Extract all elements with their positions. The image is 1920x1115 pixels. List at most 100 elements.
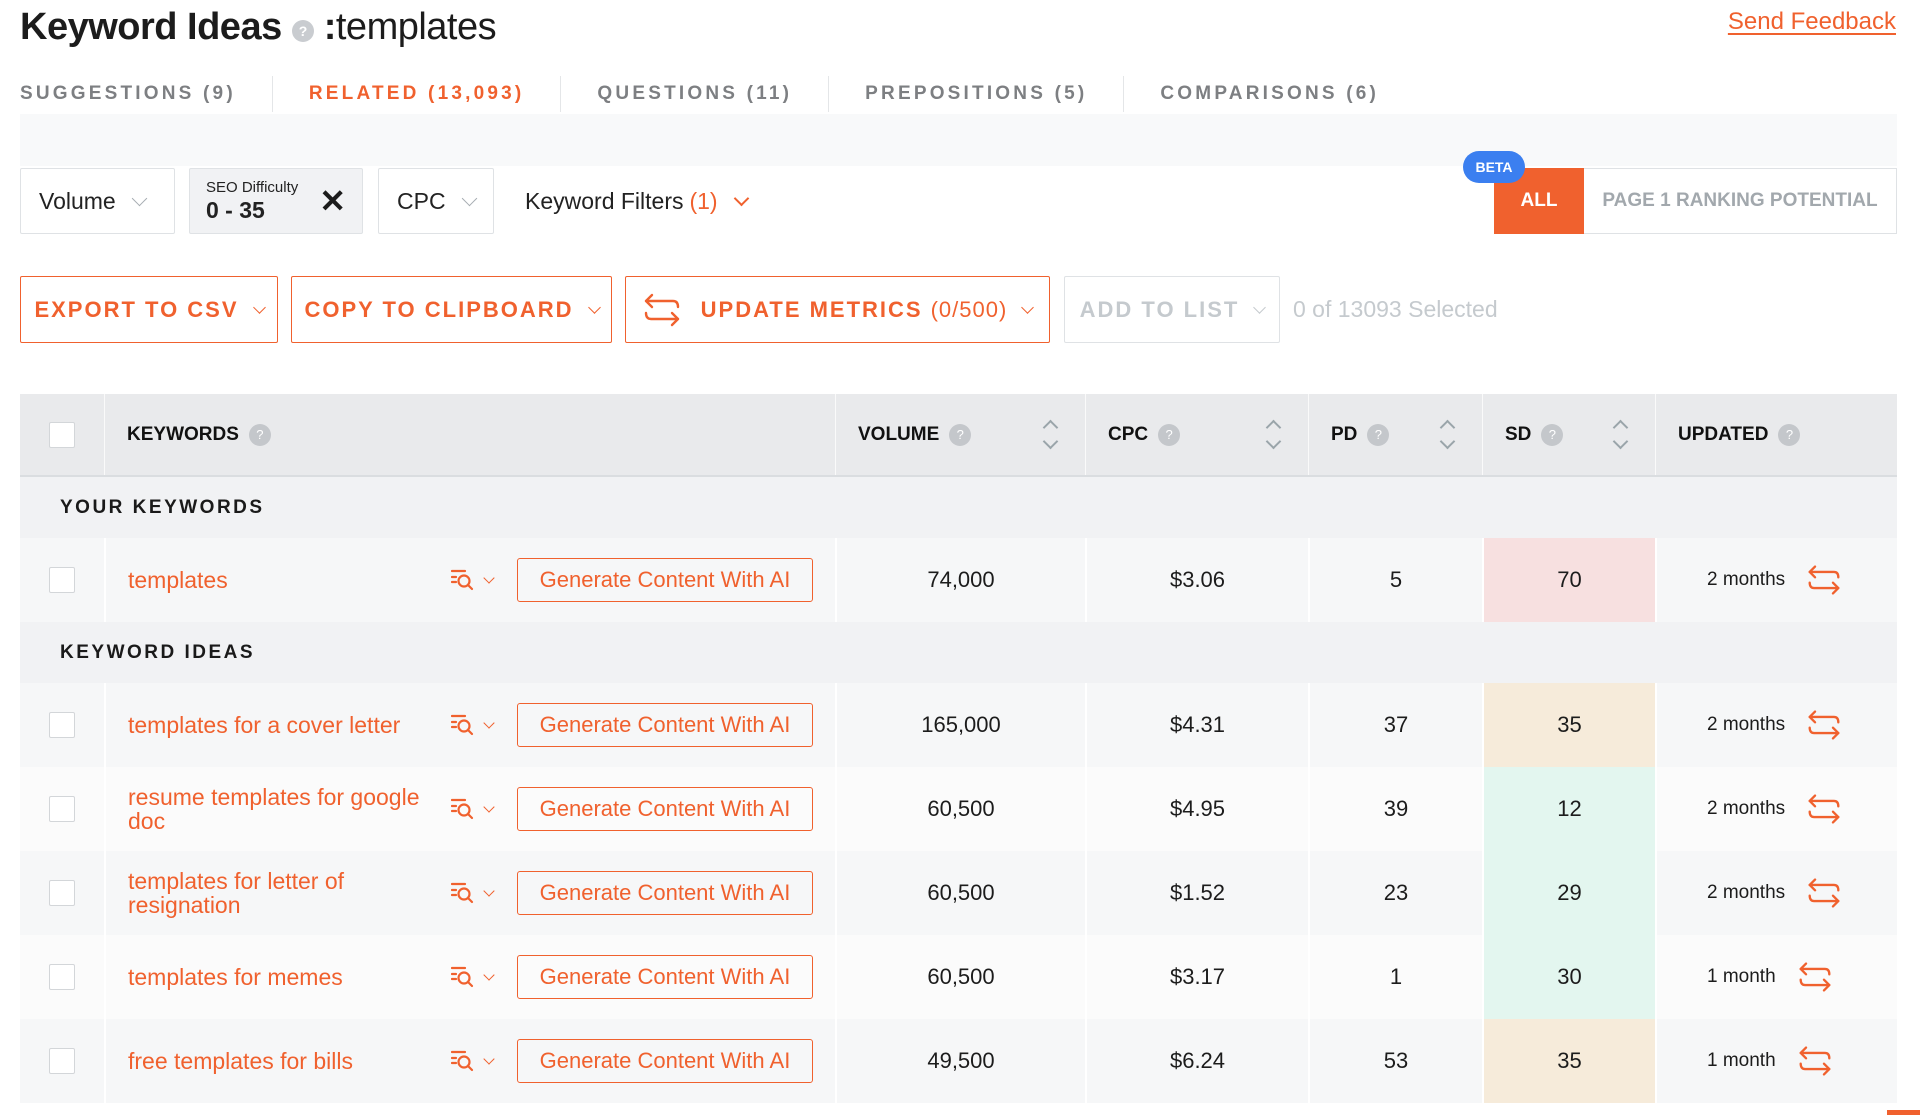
column-volume[interactable]: VOLUME ? bbox=[835, 394, 1085, 475]
keyword-filters-dropdown[interactable]: Keyword Filters (1) bbox=[525, 168, 749, 234]
updated-text: 1 month bbox=[1707, 1050, 1776, 1071]
chevron-down-icon bbox=[131, 190, 147, 206]
sort-arrows-icon[interactable] bbox=[1266, 418, 1280, 454]
tab-questions[interactable]: QUESTIONS (11) bbox=[560, 76, 828, 112]
keyword-link[interactable]: templates for a cover letter bbox=[128, 713, 428, 737]
generate-content-ai-button[interactable]: Generate Content With AI bbox=[517, 1039, 813, 1083]
keyword-filters-count: (1) bbox=[689, 187, 718, 214]
help-icon[interactable]: ? bbox=[1367, 423, 1390, 446]
sd-cell: 70 bbox=[1482, 538, 1655, 622]
sort-arrows-icon[interactable] bbox=[1440, 418, 1454, 454]
serp-analysis-dropdown[interactable] bbox=[451, 1049, 495, 1073]
refresh-arrows-icon[interactable] bbox=[1807, 792, 1841, 826]
row-checkbox[interactable] bbox=[49, 880, 75, 906]
sd-cell: 29 bbox=[1482, 851, 1655, 935]
selection-status: 0 of 13093 Selected bbox=[1293, 296, 1498, 322]
generate-content-ai-button[interactable]: Generate Content With AI bbox=[517, 558, 813, 602]
help-icon[interactable]: ? bbox=[291, 19, 314, 42]
refresh-arrows-icon[interactable] bbox=[1807, 876, 1841, 910]
seo-difficulty-label: SEO Difficulty bbox=[206, 179, 299, 196]
serp-analysis-dropdown[interactable] bbox=[451, 713, 495, 737]
row-checkbox[interactable] bbox=[49, 1048, 75, 1074]
copy-clipboard-label: COPY TO CLIPBOARD bbox=[304, 296, 574, 322]
row-checkbox[interactable] bbox=[49, 567, 75, 593]
tab-prepositions[interactable]: PREPOSITIONS (5) bbox=[828, 76, 1123, 112]
scroll-to-top-tab[interactable] bbox=[1887, 1110, 1920, 1115]
help-icon[interactable]: ? bbox=[1778, 423, 1801, 446]
close-icon[interactable]: ✕ bbox=[319, 185, 346, 217]
keyword-link[interactable]: resume templates for google doc bbox=[128, 785, 428, 833]
refresh-arrows-icon[interactable] bbox=[1807, 708, 1841, 742]
column-sd-label: SD bbox=[1505, 423, 1532, 445]
send-feedback-link[interactable]: Send Feedback bbox=[1728, 8, 1896, 36]
copy-clipboard-button[interactable]: COPY TO CLIPBOARD bbox=[291, 276, 612, 343]
cpc-cell: $4.31 bbox=[1085, 683, 1308, 767]
cpc-cell: $6.24 bbox=[1085, 1019, 1308, 1103]
column-sd[interactable]: SD ? bbox=[1482, 394, 1655, 475]
row-checkbox[interactable] bbox=[49, 712, 75, 738]
updated-cell: 2 months bbox=[1655, 683, 1897, 767]
table-row: templates for a cover letter Generate Co… bbox=[20, 683, 1897, 767]
tab-related[interactable]: RELATED (13,093) bbox=[271, 76, 561, 112]
tabs-divider-band bbox=[20, 114, 1897, 166]
keyword-cell: templates for letter of resignation Gene… bbox=[104, 851, 835, 935]
keyword-link[interactable]: templates bbox=[128, 568, 428, 592]
generate-content-ai-button[interactable]: Generate Content With AI bbox=[517, 787, 813, 831]
tab-suggestions[interactable]: SUGGESTIONS (9) bbox=[20, 76, 272, 112]
export-csv-button[interactable]: EXPORT TO CSV bbox=[20, 276, 278, 343]
keyword-cell: free templates for bills Generate Conten… bbox=[104, 1019, 835, 1103]
sort-arrows-icon[interactable] bbox=[1043, 418, 1057, 454]
help-icon[interactable]: ? bbox=[248, 423, 271, 446]
chevron-down-icon bbox=[483, 969, 495, 981]
segment-page1-ranking-button[interactable]: PAGE 1 RANKING POTENTIAL bbox=[1584, 168, 1897, 234]
add-to-list-button[interactable]: ADD TO LIST bbox=[1064, 276, 1280, 343]
update-metrics-button[interactable]: UPDATE METRICS (0/500) bbox=[625, 276, 1050, 343]
chevron-down-icon bbox=[483, 717, 495, 729]
select-all-checkbox[interactable] bbox=[49, 421, 75, 448]
generate-content-ai-button[interactable]: Generate Content With AI bbox=[517, 871, 813, 915]
refresh-arrows-icon[interactable] bbox=[1807, 563, 1841, 597]
serp-search-icon bbox=[451, 882, 474, 904]
help-icon[interactable]: ? bbox=[1541, 423, 1564, 446]
keywords-table: KEYWORDS ? VOLUME ? CPC ? PD ? SD ? UPDA… bbox=[20, 394, 1897, 1103]
refresh-arrows-icon[interactable] bbox=[1798, 960, 1832, 994]
table-header: KEYWORDS ? VOLUME ? CPC ? PD ? SD ? UPDA… bbox=[20, 394, 1897, 477]
pd-cell: 39 bbox=[1308, 767, 1482, 851]
refresh-arrows-icon[interactable] bbox=[1798, 1044, 1832, 1078]
generate-content-ai-button[interactable]: Generate Content With AI bbox=[517, 955, 813, 999]
serp-search-icon bbox=[451, 714, 474, 736]
serp-analysis-dropdown[interactable] bbox=[451, 568, 495, 592]
keyword-link[interactable]: templates for letter of resignation bbox=[128, 869, 428, 917]
tab-comparisons[interactable]: COMPARISONS (6) bbox=[1123, 76, 1415, 112]
keyword-link[interactable]: templates for memes bbox=[128, 965, 428, 989]
keyword-link[interactable]: free templates for bills bbox=[128, 1049, 428, 1073]
column-updated: UPDATED ? bbox=[1655, 394, 1897, 475]
column-pd-label: PD bbox=[1331, 423, 1358, 445]
keyword-cell: templates for memes Generate Content Wit… bbox=[104, 935, 835, 1019]
cpc-filter-dropdown[interactable]: CPC bbox=[378, 168, 494, 234]
help-icon[interactable]: ? bbox=[949, 423, 972, 446]
sort-arrows-icon[interactable] bbox=[1613, 418, 1627, 454]
volume-cell: 165,000 bbox=[835, 683, 1085, 767]
chevron-down-icon bbox=[1253, 300, 1267, 314]
keyword-filters-label: Keyword Filters bbox=[525, 187, 684, 214]
title-separator: : bbox=[323, 6, 337, 48]
column-pd[interactable]: PD ? bbox=[1308, 394, 1482, 475]
column-cpc[interactable]: CPC ? bbox=[1085, 394, 1308, 475]
serp-analysis-dropdown[interactable] bbox=[451, 797, 495, 821]
seo-difficulty-filter[interactable]: SEO Difficulty 0 - 35 ✕ bbox=[189, 168, 363, 234]
keyword-cell: templates Generate Content With AI bbox=[104, 538, 835, 622]
generate-content-ai-button[interactable]: Generate Content With AI bbox=[517, 703, 813, 747]
row-checkbox[interactable] bbox=[49, 964, 75, 990]
row-select-cell bbox=[20, 538, 104, 622]
row-checkbox[interactable] bbox=[49, 796, 75, 822]
seo-difficulty-value: 0 - 35 bbox=[206, 197, 265, 223]
chevron-down-icon bbox=[483, 885, 495, 897]
chevron-down-icon bbox=[252, 300, 266, 314]
page-title: Keyword Ideas ? : templates bbox=[20, 6, 497, 49]
volume-filter-dropdown[interactable]: Volume bbox=[20, 168, 175, 234]
serp-analysis-dropdown[interactable] bbox=[451, 881, 495, 905]
sd-cell: 35 bbox=[1482, 1019, 1655, 1103]
help-icon[interactable]: ? bbox=[1158, 423, 1181, 446]
serp-analysis-dropdown[interactable] bbox=[451, 965, 495, 989]
